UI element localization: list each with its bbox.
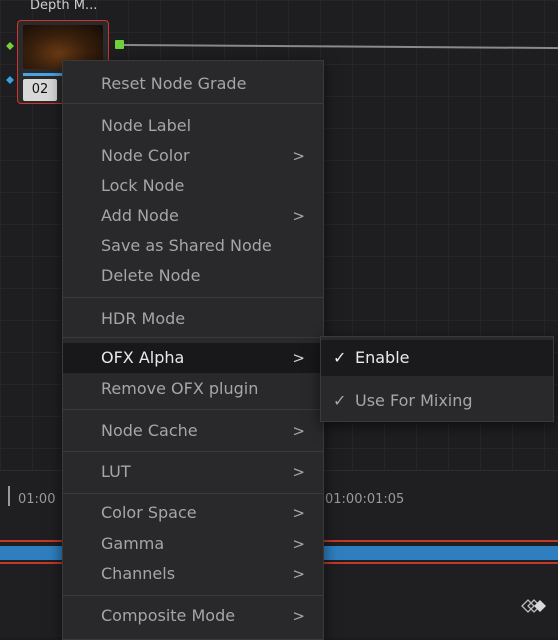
menu-item-label: Lock Node: [101, 176, 185, 195]
chevron-right-icon: >: [292, 463, 305, 481]
menu-item-node-cache[interactable]: Node Cache >: [63, 416, 323, 446]
menu-item-hdr-mode[interactable]: HDR Mode: [63, 304, 323, 334]
chevron-right-icon: >: [292, 607, 305, 625]
chevron-right-icon: >: [292, 147, 305, 165]
menu-divider: [63, 297, 323, 298]
menu-item-label: Node Color: [101, 146, 190, 165]
menu-item-label: Delete Node: [101, 266, 201, 285]
node-title: Depth M...: [30, 0, 98, 13]
menu-item-add-node[interactable]: Add Node >: [63, 201, 323, 231]
chevron-right-icon: >: [292, 207, 305, 225]
menu-item-label: HDR Mode: [101, 309, 186, 328]
checkmark-icon: ✓: [333, 391, 347, 410]
node-context-menu: Reset Node Grade Node Label Node Color > …: [62, 60, 324, 640]
menu-item-color-space[interactable]: Color Space >: [63, 498, 323, 528]
menu-item-ofx-alpha[interactable]: OFX Alpha >: [63, 343, 323, 373]
menu-item-label: Node Label: [101, 116, 192, 135]
menu-item-label: Reset Node Grade: [101, 74, 247, 93]
menu-item-label: Gamma: [101, 534, 165, 553]
menu-divider: [63, 409, 323, 410]
menu-item-label: Node Cache: [101, 421, 198, 440]
menu-item-channels[interactable]: Channels >: [63, 559, 323, 589]
submenu-item-label: Enable: [355, 348, 410, 367]
menu-divider: [63, 451, 323, 452]
menu-item-delete-node[interactable]: Delete Node: [63, 261, 323, 291]
menu-item-label: Save as Shared Node: [101, 236, 272, 255]
submenu-item-enable[interactable]: ✓ Enable: [321, 340, 553, 376]
timecode-label: 01:00:01:05: [325, 492, 405, 507]
output-port[interactable]: [115, 40, 124, 49]
menu-item-gamma[interactable]: Gamma >: [63, 529, 323, 559]
chevron-right-icon: >: [292, 565, 305, 583]
menu-item-label: OFX Alpha: [101, 348, 185, 367]
submenu-item-use-for-mixing[interactable]: ✓ Use For Mixing: [321, 383, 553, 419]
ofx-alpha-submenu: ✓ Enable ✓ Use For Mixing: [320, 336, 554, 422]
menu-item-label: Channels: [101, 564, 176, 583]
timecode-label: 01:00: [18, 492, 56, 507]
playhead-marker[interactable]: [8, 486, 10, 506]
menu-item-remove-ofx-plugin[interactable]: Remove OFX plugin: [63, 374, 323, 404]
menu-item-node-label[interactable]: Node Label: [63, 111, 323, 141]
keyframe-diamond-icon[interactable]: [516, 596, 552, 616]
menu-item-node-color[interactable]: Node Color >: [63, 141, 323, 171]
menu-item-lut[interactable]: LUT >: [63, 457, 323, 487]
menu-item-reset-node-grade[interactable]: Reset Node Grade: [63, 69, 323, 99]
menu-item-label: Color Space: [101, 503, 197, 522]
menu-item-label: Composite Mode: [101, 606, 236, 625]
menu-item-label: Add Node: [101, 206, 179, 225]
chevron-right-icon: >: [292, 422, 305, 440]
node-number-label: 02: [23, 79, 57, 101]
menu-item-label: Remove OFX plugin: [101, 379, 259, 398]
checkmark-icon: ✓: [333, 348, 347, 367]
chevron-right-icon: >: [292, 504, 305, 522]
menu-divider: [63, 337, 323, 338]
menu-item-lock-node[interactable]: Lock Node: [63, 171, 323, 201]
menu-divider: [63, 595, 323, 596]
menu-divider: [63, 103, 323, 104]
menu-divider: [63, 493, 323, 494]
menu-item-label: LUT: [101, 462, 131, 481]
chevron-right-icon: >: [292, 535, 305, 553]
menu-item-save-shared-node[interactable]: Save as Shared Node: [63, 231, 323, 261]
submenu-item-label: Use For Mixing: [355, 391, 473, 410]
menu-item-composite-mode[interactable]: Composite Mode >: [63, 601, 323, 631]
chevron-right-icon: >: [292, 349, 305, 367]
